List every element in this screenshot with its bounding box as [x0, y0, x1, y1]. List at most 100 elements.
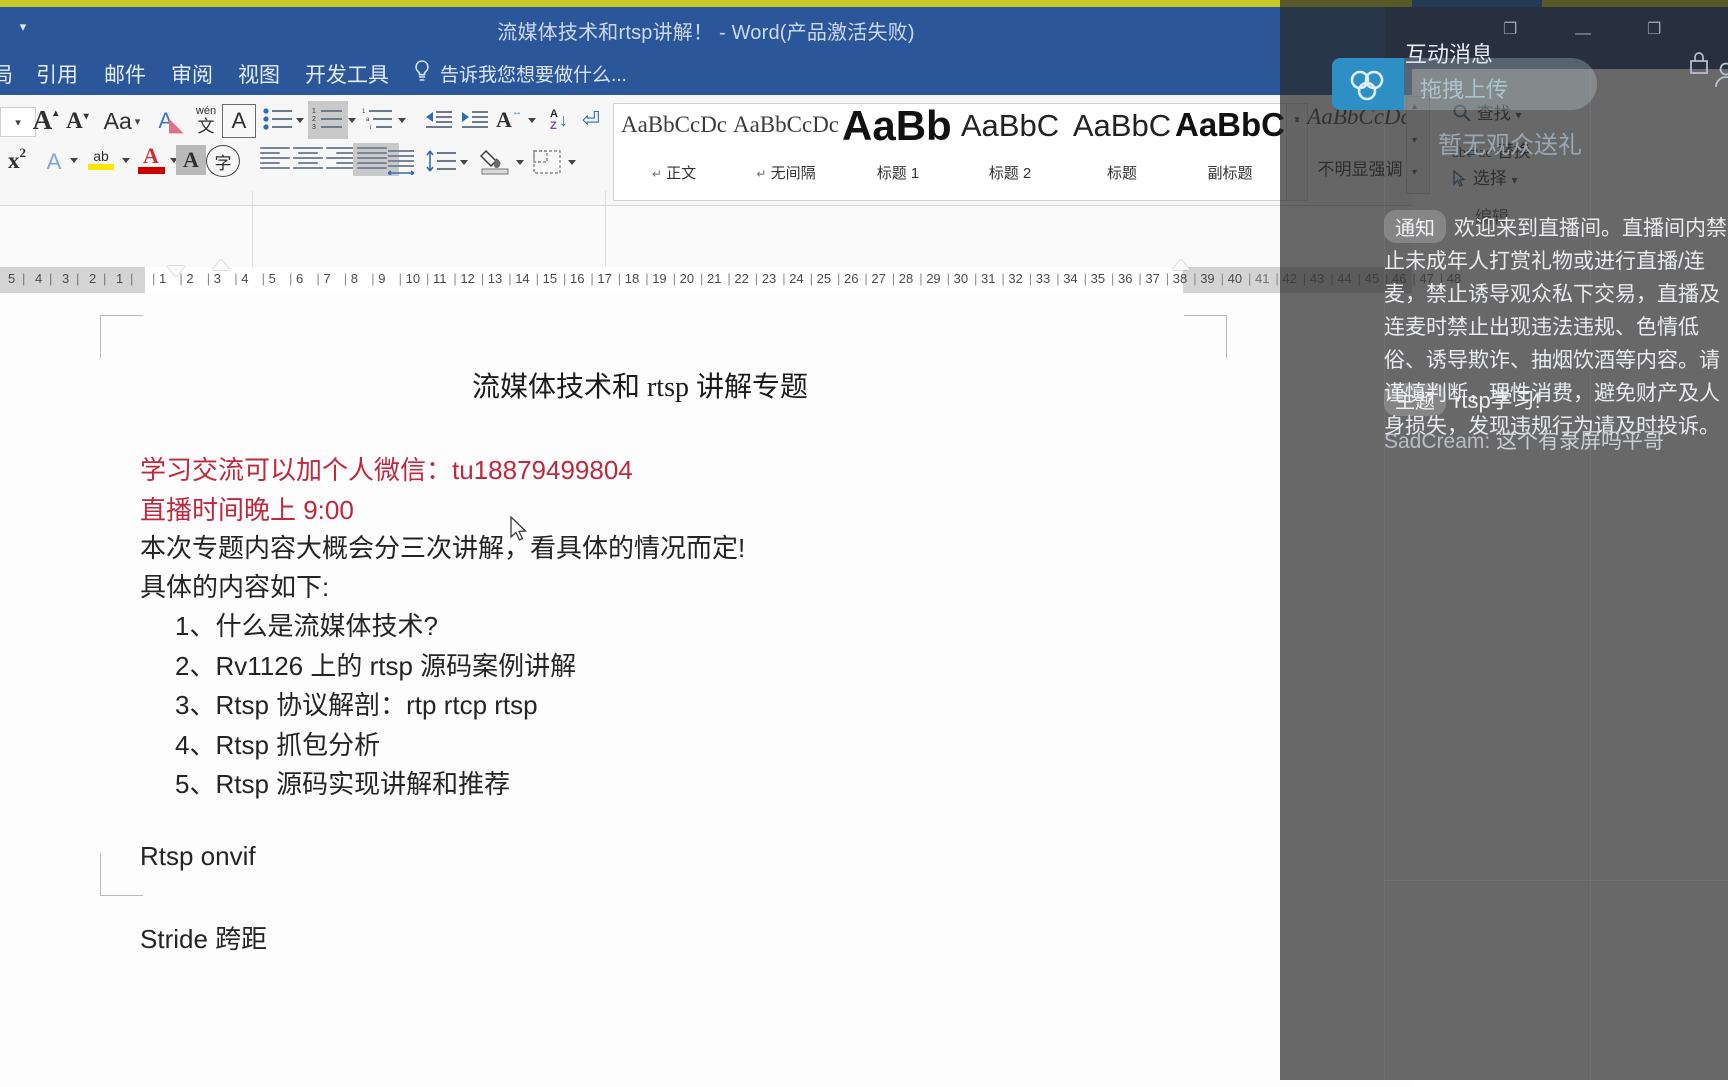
- ruler-tick: 21: [707, 271, 721, 286]
- ruler-tick: 40: [1228, 271, 1242, 286]
- multilevel-list-dropdown-icon[interactable]: [394, 111, 410, 129]
- borders-icon[interactable]: [530, 145, 564, 179]
- ruler-tick: 6: [296, 271, 303, 286]
- ruler-tick-sep: |: [864, 271, 867, 286]
- horizontal-ruler[interactable]: 5|4|3|2|1||1|2|3|4|5|6|7|8|9|10|11|12|13…: [0, 267, 1412, 293]
- ruler-tick-sep: |: [1001, 271, 1004, 286]
- left-indent-marker[interactable]: [212, 259, 230, 270]
- page-corner-bottom-left: [100, 853, 143, 896]
- ruler-tick: 22: [734, 271, 748, 286]
- tab-developer[interactable]: 开发工具: [305, 59, 389, 89]
- tab-bujü[interactable]: 局: [0, 59, 13, 89]
- numbering-dropdown-icon[interactable]: [344, 111, 360, 129]
- line-spacing-dropdown-icon[interactable]: [456, 153, 472, 171]
- style-name: 标题 2: [954, 162, 1066, 183]
- grow-font-icon[interactable]: A▴: [30, 103, 60, 137]
- enclose-character-icon[interactable]: 字: [206, 145, 240, 177]
- ruler-tick: 26: [844, 271, 858, 286]
- lightbulb-icon: [411, 59, 433, 85]
- ruler-tick: 41: [1255, 271, 1269, 286]
- shading-icon[interactable]: [478, 145, 512, 179]
- ruler-tick-sep: |: [837, 271, 840, 286]
- tab-view[interactable]: 视图: [238, 59, 280, 89]
- show-marks-icon[interactable]: ⏎: [576, 103, 606, 137]
- asian-layout-icon[interactable]: A↔: [492, 103, 526, 137]
- highlight-dropdown-icon[interactable]: [118, 151, 134, 169]
- text-effects-dropdown-icon[interactable]: [66, 151, 82, 169]
- phonetic-guide-icon[interactable]: wén文: [190, 103, 222, 139]
- borders-dropdown-icon[interactable]: [564, 153, 580, 171]
- font-color-icon[interactable]: A: [134, 141, 168, 177]
- ruler-tick: 34: [1063, 271, 1077, 286]
- ruler-tick-sep: |: [727, 271, 730, 286]
- highlight-icon[interactable]: ab: [84, 141, 118, 177]
- restore-icon[interactable]: ❐: [1503, 19, 1517, 39]
- tab-review[interactable]: 审阅: [171, 59, 213, 89]
- line-spacing-icon[interactable]: [424, 145, 458, 179]
- ruler-tick-sep: |: [1056, 271, 1059, 286]
- ruler-tick-sep: |: [22, 271, 25, 286]
- increase-indent-icon[interactable]: [456, 103, 492, 137]
- page-corner-top-left: [100, 315, 143, 358]
- ruler-tick: 7: [323, 271, 330, 286]
- right-indent-marker[interactable]: [1172, 259, 1190, 270]
- ruler-tick: 30: [954, 271, 968, 286]
- ruler-tick-sep: |: [234, 271, 237, 286]
- character-border-icon[interactable]: A: [222, 104, 256, 138]
- clear-formatting-icon[interactable]: A◣: [156, 105, 190, 137]
- character-shading-icon[interactable]: A: [176, 145, 206, 175]
- align-left-icon[interactable]: [260, 147, 290, 172]
- style-item-no-spacing[interactable]: AaBbCcDc ↵ 无间隔: [730, 104, 842, 198]
- bullets-dropdown-icon[interactable]: [292, 111, 308, 129]
- no-gift-text: 暂无观众送礼: [1438, 125, 1582, 160]
- ruler-tick: 10: [406, 271, 420, 286]
- style-item-normal[interactable]: AaBbCcDc ↵ 正文: [618, 104, 730, 198]
- superscript-icon[interactable]: x2: [0, 145, 34, 177]
- person-icon[interactable]: [1712, 60, 1728, 97]
- style-item-heading-1[interactable]: AaBbl 标题 1: [842, 104, 954, 198]
- app-root: ▾ 流媒体技术和rtsp讲解！ - Word(产品激活失败) 局 引用 邮件 审…: [0, 0, 1728, 1080]
- panel-divider-horizontal: [1384, 880, 1728, 881]
- shading-dropdown-icon[interactable]: [512, 153, 528, 171]
- align-center-icon[interactable]: [293, 147, 323, 172]
- change-case-icon[interactable]: Aa▾: [100, 106, 144, 136]
- lock-icon[interactable]: [1688, 50, 1710, 82]
- doc-list-item-2: 2、Rv1126 上的 rtsp 源码案例讲解: [175, 646, 576, 683]
- text-effects-icon[interactable]: A: [40, 147, 68, 177]
- bullets-icon[interactable]: [260, 103, 296, 137]
- ruler-tick: 5: [8, 271, 15, 286]
- tab-references[interactable]: 引用: [36, 59, 78, 89]
- drag-upload-label: 拖拽上传: [1420, 72, 1508, 104]
- minimize-icon[interactable]: —: [1575, 25, 1591, 43]
- restore-window-icon[interactable]: ❐: [1647, 19, 1661, 39]
- ruler-tick: 9: [378, 271, 385, 286]
- ruler-tick: 35: [1091, 271, 1105, 286]
- sort-icon[interactable]: AZ↓: [542, 103, 576, 137]
- tab-mailings[interactable]: 邮件: [104, 59, 146, 89]
- ruler-tick-sep: |: [371, 271, 374, 286]
- style-item-subtitle[interactable]: AaBbC 副标题: [1174, 104, 1286, 198]
- ruler-tick: 4: [35, 271, 42, 286]
- style-item-heading-2[interactable]: AaBbC 标题 2: [954, 104, 1066, 198]
- style-preview: AaBbCcDc: [618, 112, 730, 138]
- ruler-tick: 23: [762, 271, 776, 286]
- ruler-tick: 5: [269, 271, 276, 286]
- numbering-icon[interactable]: 1 2 3: [308, 101, 348, 139]
- multilevel-list-icon[interactable]: 1 a i: [360, 103, 396, 137]
- ruler-tick-sep: |: [590, 271, 593, 286]
- distribute-icon[interactable]: [386, 145, 416, 179]
- ruler-tick-sep: |: [1111, 271, 1114, 286]
- decrease-indent-icon[interactable]: [420, 103, 456, 137]
- ruler-tick: 37: [1145, 271, 1159, 286]
- tell-me-input[interactable]: 告诉我您想要做什么...: [440, 60, 627, 87]
- first-line-indent-marker[interactable]: [167, 266, 185, 277]
- asian-layout-dropdown-icon[interactable]: [524, 111, 540, 129]
- ruler-tick-sep: |: [76, 271, 79, 286]
- ruler-tick: 15: [543, 271, 557, 286]
- align-right-icon[interactable]: [326, 147, 356, 172]
- shrink-font-icon[interactable]: A▾: [62, 105, 92, 137]
- ruler-tick-sep: |: [103, 271, 106, 286]
- ruler-tick-sep: |: [207, 271, 210, 286]
- ruler-tick: 12: [460, 271, 474, 286]
- style-item-title[interactable]: AaBbC 标题: [1066, 104, 1178, 198]
